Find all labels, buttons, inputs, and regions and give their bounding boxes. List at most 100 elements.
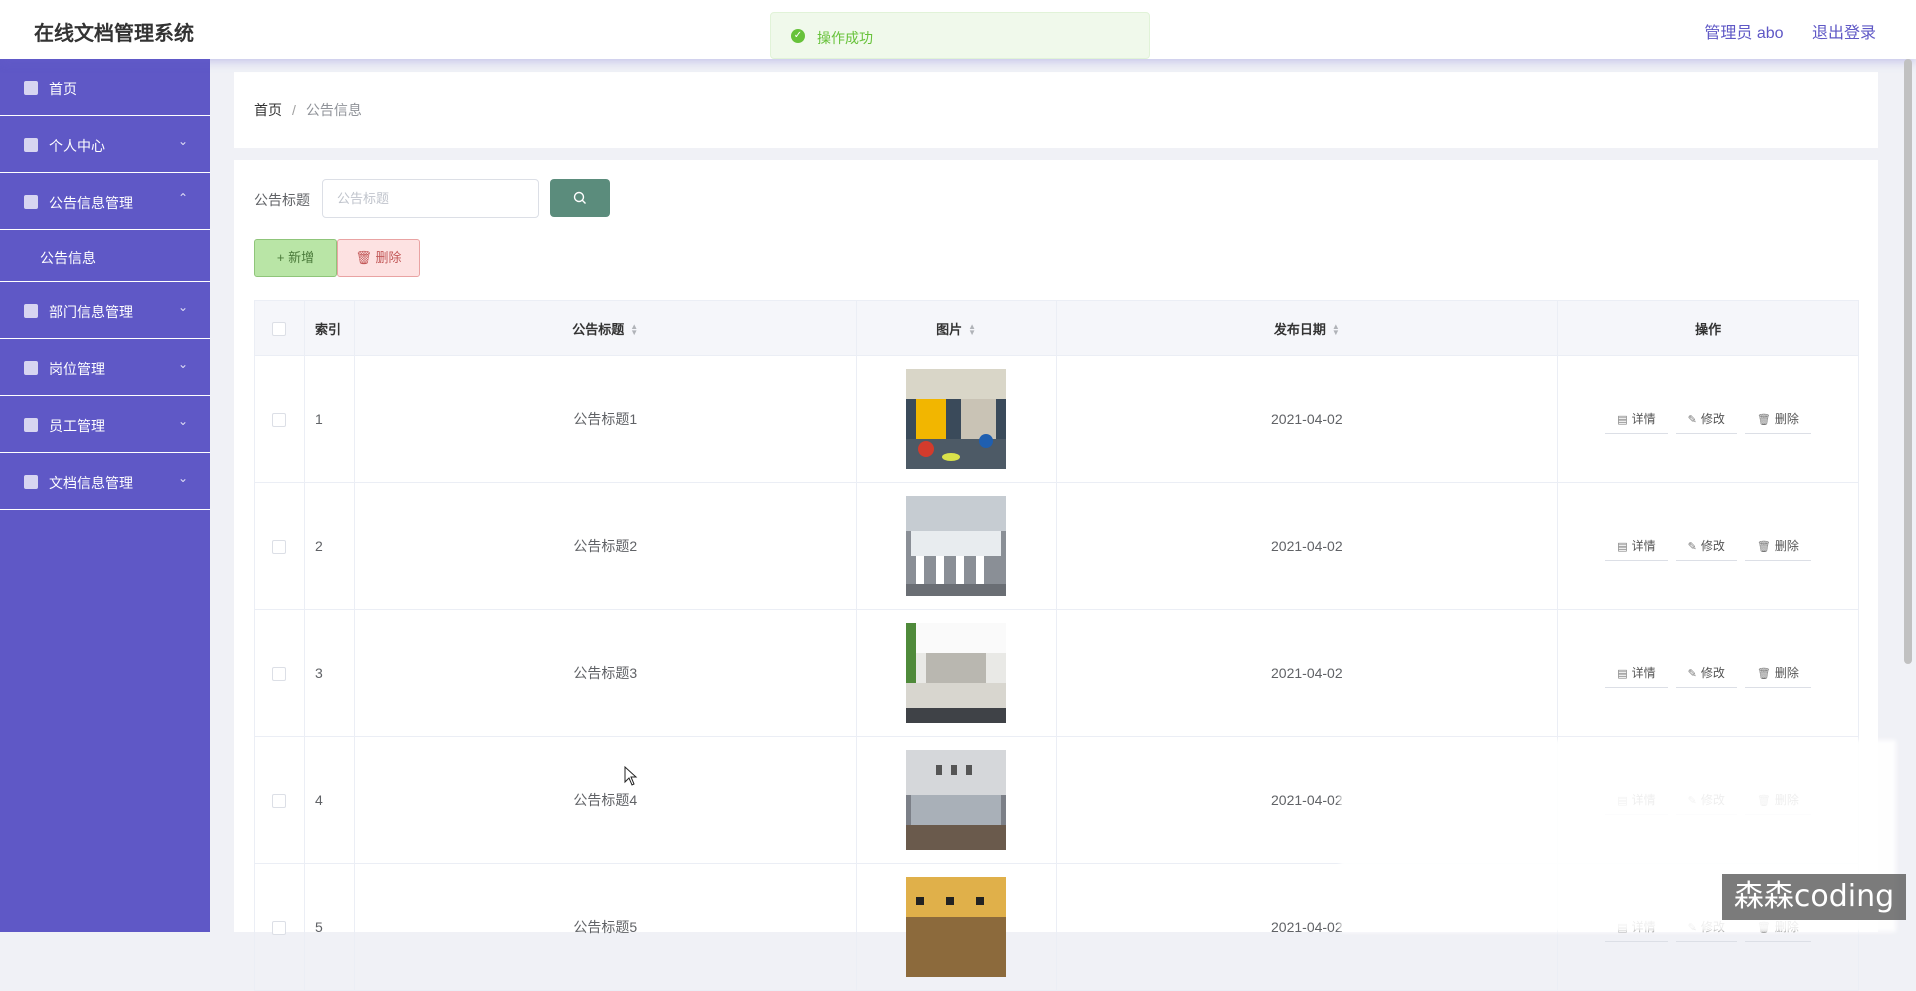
table-row: 2 公告标题2 2021-04-02 ▤ 详情 ✎ 修改 🗑 删除 (254, 482, 1859, 610)
sort-icon[interactable]: ▲ ▼ (968, 323, 976, 337)
breadcrumb-current: 公告信息 (305, 102, 362, 118)
sidebar-item-label: 岗位管理 (49, 361, 105, 377)
edit-button[interactable]: ✎修改 (1675, 658, 1737, 688)
sidebar-item-label: 首页 (49, 81, 77, 97)
row-checkbox[interactable] (272, 413, 287, 428)
bulk-delete-button[interactable]: 🗑 删除 (337, 239, 420, 277)
add-button[interactable]: + 新增 (254, 239, 337, 277)
row-image-cell (855, 609, 1057, 737)
detail-label: 详情 (1631, 412, 1656, 426)
row-date: 2021-04-02 (1055, 482, 1559, 610)
user-label[interactable]: 管理员 abo (1704, 25, 1783, 42)
sidebar-item-label: 公告信息管理 (49, 195, 133, 211)
search-button[interactable] (550, 179, 610, 217)
search-icon (573, 191, 586, 204)
row-image-cell (855, 863, 1057, 991)
delete-label: 删除 (1774, 539, 1799, 553)
edit-icon: ✎ (1687, 414, 1697, 426)
office-photo-4[interactable] (906, 750, 1007, 850)
sidebar-item-label: 个人中心 (49, 138, 105, 154)
sidebar-item-employee-management[interactable]: 员工管理 ⌄ (0, 396, 210, 453)
sidebar-item-label: 文档信息管理 (49, 475, 133, 491)
row-ops: ▤详情✎修改🗑删除 (1557, 482, 1859, 610)
table-row: 3 公告标题3 2021-04-02 ▤ 详情 ✎ 修改 🗑 删除 (254, 609, 1859, 737)
sidebar: 首页 个人中心 ⌄ 公告信息管理 ⌃ 公告信息 部门信息管理 ⌄ 岗位管理 ⌄ … (0, 59, 210, 932)
edit-icon: ✎ (1687, 668, 1697, 680)
detail-button[interactable]: ▤详情 (1605, 658, 1668, 688)
delete-label: 删除 (1774, 666, 1799, 680)
header-index: 索引 (303, 300, 355, 356)
chevron-down-icon: ⌄ (177, 414, 188, 428)
breadcrumb-card: 首页 / 公告信息 (234, 72, 1878, 148)
sidebar-item-label: 部门信息管理 (49, 304, 133, 320)
row-date: 2021-04-02 (1055, 355, 1559, 483)
row-checkbox[interactable] (272, 794, 287, 809)
header-ops: 操作 (1557, 300, 1859, 356)
table-row: 1 公告标题1 2021-04-02 ▤ 详情 ✎ 修改 🗑 删除 (254, 355, 1859, 483)
header-title[interactable]: 公告标题 ▲ ▼ (353, 300, 857, 356)
trash-icon: 🗑 (1756, 541, 1771, 553)
edit-button[interactable]: ✎修改 (1675, 404, 1737, 434)
select-all-checkbox[interactable] (272, 321, 287, 336)
office-photo-2[interactable] (906, 496, 1007, 596)
document-icon: ▤ (1617, 668, 1628, 680)
row-index: 4 (303, 736, 355, 864)
detail-label: 详情 (1631, 666, 1656, 680)
delete-label: 删除 (1774, 412, 1799, 426)
edit-label: 修改 (1700, 412, 1725, 426)
trash-icon: 🗑 (355, 250, 376, 265)
row-date: 2021-04-02 (1055, 609, 1559, 737)
row-index: 5 (303, 863, 355, 991)
logout-link[interactable]: 退出登录 (1812, 25, 1876, 42)
watermark: 森森coding (1722, 874, 1906, 920)
sort-icon[interactable]: ▲ ▼ (630, 323, 638, 337)
row-checkbox-cell (254, 355, 305, 483)
edit-label: 修改 (1700, 539, 1725, 553)
clipboard-icon (24, 304, 38, 318)
office-photo-1[interactable] (906, 369, 1007, 469)
edit-button[interactable]: ✎修改 (1675, 531, 1737, 561)
breadcrumb-home[interactable]: 首页 (254, 102, 282, 118)
row-title: 公告标题5 (353, 863, 857, 991)
row-checkbox-cell (254, 482, 305, 610)
sidebar-item-notice-management[interactable]: 公告信息管理 ⌃ (0, 173, 210, 230)
sidebar-item-position-management[interactable]: 岗位管理 ⌄ (0, 339, 210, 396)
header-title-label: 公告标题 (572, 321, 625, 337)
row-index: 1 (303, 355, 355, 483)
sidebar-item-home[interactable]: 首页 (0, 59, 210, 116)
breadcrumb: 首页 / 公告信息 (254, 100, 362, 120)
row-checkbox[interactable] (272, 667, 287, 682)
bulk-delete-label: 删除 (375, 250, 402, 265)
delete-button[interactable]: 🗑删除 (1744, 404, 1811, 434)
sidebar-item-personal-center[interactable]: 个人中心 ⌄ (0, 116, 210, 173)
row-ops: ▤详情✎修改🗑删除 (1557, 355, 1859, 483)
chevron-down-icon: ⌄ (177, 134, 188, 148)
check-circle-icon: ✓ (791, 29, 805, 43)
header-date[interactable]: 发布日期 ▲ ▼ (1055, 300, 1559, 356)
row-checkbox[interactable] (272, 540, 287, 555)
chart-icon (24, 195, 38, 209)
document-icon: ▤ (1617, 414, 1628, 426)
delete-button[interactable]: 🗑删除 (1744, 531, 1811, 561)
app-title: 在线文档管理系统 (34, 23, 194, 45)
row-checkbox[interactable] (272, 921, 287, 936)
delete-button[interactable]: 🗑删除 (1744, 658, 1811, 688)
sidebar-subitem-notice-info[interactable]: 公告信息 (0, 230, 210, 282)
detail-button[interactable]: ▤详情 (1605, 531, 1668, 561)
sort-icon[interactable]: ▲ ▼ (1332, 323, 1340, 337)
row-image-cell (855, 482, 1057, 610)
sidebar-item-document-management[interactable]: 文档信息管理 ⌄ (0, 453, 210, 510)
search-input[interactable] (322, 179, 539, 218)
detail-button[interactable]: ▤详情 (1605, 404, 1668, 434)
office-photo-5[interactable] (906, 877, 1007, 977)
user-icon (24, 138, 38, 152)
header-image[interactable]: 图片 ▲ ▼ (855, 300, 1057, 356)
office-photo-3[interactable] (906, 623, 1007, 723)
header-checkbox-cell (254, 300, 305, 356)
row-image-cell (855, 736, 1057, 864)
breadcrumb-separator: / (292, 102, 296, 118)
toast-message: 操作成功 (817, 30, 873, 46)
row-checkbox-cell (254, 736, 305, 864)
sidebar-item-department-management[interactable]: 部门信息管理 ⌄ (0, 282, 210, 339)
vertical-scrollbar[interactable] (1904, 59, 1912, 664)
